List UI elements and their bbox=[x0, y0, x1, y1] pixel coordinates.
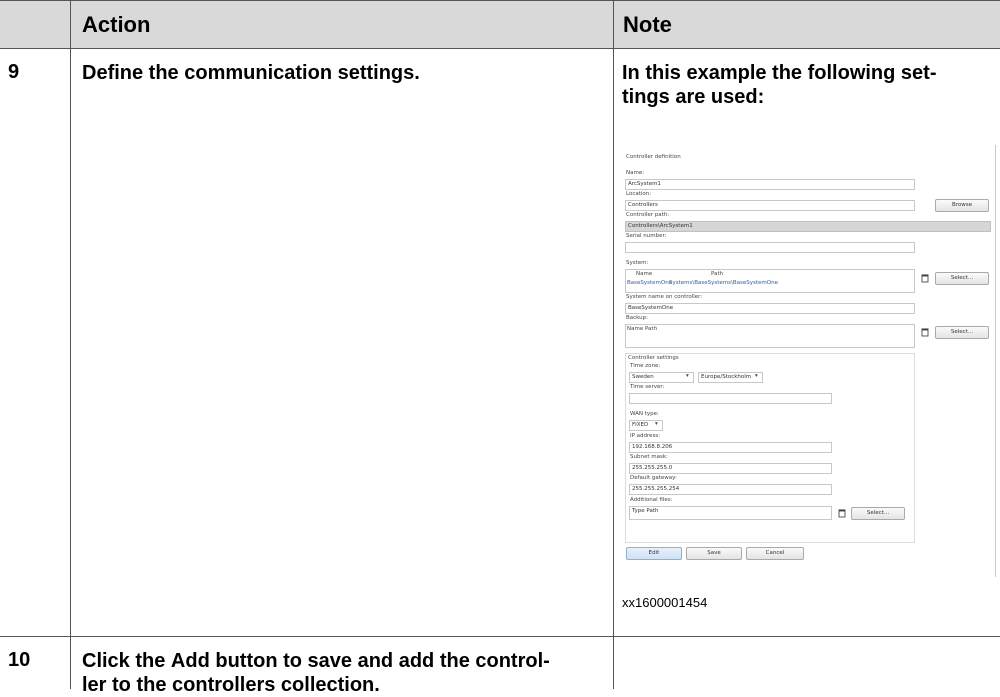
step-action: Define the communication settings. bbox=[82, 62, 420, 84]
system-name-field[interactable]: BaseSystemOne bbox=[625, 303, 915, 314]
time-zone-label: Time zone: bbox=[630, 363, 661, 369]
screenshot-scrollbar bbox=[995, 145, 996, 577]
time-zone-region-value: Europe/Stockholm bbox=[701, 374, 752, 380]
ip-label: IP address: bbox=[630, 433, 661, 439]
backup-label: Backup: bbox=[626, 315, 649, 321]
controller-path-field: Controllers\ArcSystem1 bbox=[625, 221, 991, 232]
controller-path-label: Controller path: bbox=[626, 212, 670, 218]
wan-type-label: WAN type: bbox=[630, 411, 659, 417]
gateway-label: Default gateway: bbox=[630, 475, 677, 481]
header-action: Action bbox=[82, 12, 151, 37]
serial-field[interactable] bbox=[625, 242, 915, 253]
ip-field[interactable]: 192.168.8.206 bbox=[629, 442, 832, 453]
wan-type-value: FIXED bbox=[632, 422, 649, 428]
location-field[interactable]: Controllers bbox=[625, 200, 915, 211]
delete-icon[interactable] bbox=[920, 273, 930, 283]
step-action-text: ler to the controllers collection. bbox=[82, 674, 380, 696]
add-keyword: Add bbox=[170, 650, 210, 672]
additional-select-button[interactable]: Select... bbox=[851, 507, 905, 520]
backup-select-button[interactable]: Select... bbox=[935, 326, 989, 339]
time-server-label: Time server: bbox=[630, 384, 665, 390]
step-action-text: button to save and add the control- bbox=[209, 650, 550, 672]
delete-icon[interactable] bbox=[837, 508, 847, 518]
delete-icon[interactable] bbox=[920, 327, 930, 337]
browse-button[interactable]: Browse bbox=[935, 199, 989, 212]
system-label: System: bbox=[626, 260, 649, 266]
system-select-button[interactable]: Select... bbox=[935, 272, 989, 285]
serial-label: Serial number: bbox=[626, 233, 667, 239]
table-border-top bbox=[0, 0, 1000, 1]
column-divider-1 bbox=[70, 0, 71, 689]
system-col-name: Name bbox=[636, 271, 653, 277]
table-border-header bbox=[0, 48, 1000, 49]
system-row-path[interactable]: Systems\BaseSystems\BaseSystemOne bbox=[669, 280, 778, 286]
subnet-label: Subnet mask: bbox=[630, 454, 668, 460]
additional-files-header: Type Path bbox=[632, 508, 659, 514]
system-name-label: System name on controller: bbox=[626, 294, 703, 300]
time-zone-country-select[interactable]: Sweden bbox=[629, 372, 694, 383]
name-field[interactable]: ArcSystem1 bbox=[625, 179, 915, 190]
subnet-field[interactable]: 255.255.255.0 bbox=[629, 463, 832, 474]
table-border-row bbox=[0, 636, 1000, 637]
time-zone-region-select[interactable]: Europe/Stockholm bbox=[698, 372, 763, 383]
controller-definition-screenshot: Controller definition Name: ArcSystem1 L… bbox=[622, 145, 998, 577]
form-title: Controller definition bbox=[626, 154, 681, 160]
step-note-line-1: In this example the following set- bbox=[622, 62, 937, 84]
time-server-field[interactable] bbox=[629, 393, 832, 404]
step-action: Click the Add button to save and add the… bbox=[82, 649, 550, 697]
gateway-field[interactable]: 255.255.255.254 bbox=[629, 484, 832, 495]
column-divider-2 bbox=[613, 0, 614, 689]
dropdown-arrow-icon: ▾ bbox=[686, 373, 689, 379]
step-number: 9 bbox=[8, 61, 20, 83]
system-col-path: Path bbox=[711, 271, 724, 277]
additional-files-table[interactable]: Type Path bbox=[629, 506, 832, 520]
header-note: Note bbox=[623, 12, 672, 37]
step-action-text: Click the bbox=[82, 650, 171, 672]
save-button[interactable]: Save bbox=[686, 547, 742, 560]
system-row-name[interactable]: BaseSystemOne bbox=[627, 280, 672, 286]
step-note-line-2: tings are used: bbox=[622, 86, 765, 108]
name-label: Name: bbox=[626, 170, 645, 176]
edit-button[interactable]: Edit bbox=[626, 547, 682, 560]
backup-table-header: Name Path bbox=[627, 326, 658, 332]
time-zone-country-value: Sweden bbox=[632, 374, 654, 380]
backup-table[interactable] bbox=[625, 324, 915, 348]
location-label: Location: bbox=[626, 191, 652, 197]
additional-files-label: Additional files: bbox=[630, 497, 673, 503]
controller-settings-label: Controller settings bbox=[628, 355, 679, 361]
step-number: 10 bbox=[8, 649, 31, 671]
cancel-button[interactable]: Cancel bbox=[746, 547, 804, 560]
figure-caption: xx1600001454 bbox=[622, 595, 708, 610]
dropdown-arrow-icon: ▾ bbox=[655, 421, 658, 427]
dropdown-arrow-icon: ▾ bbox=[755, 373, 758, 379]
